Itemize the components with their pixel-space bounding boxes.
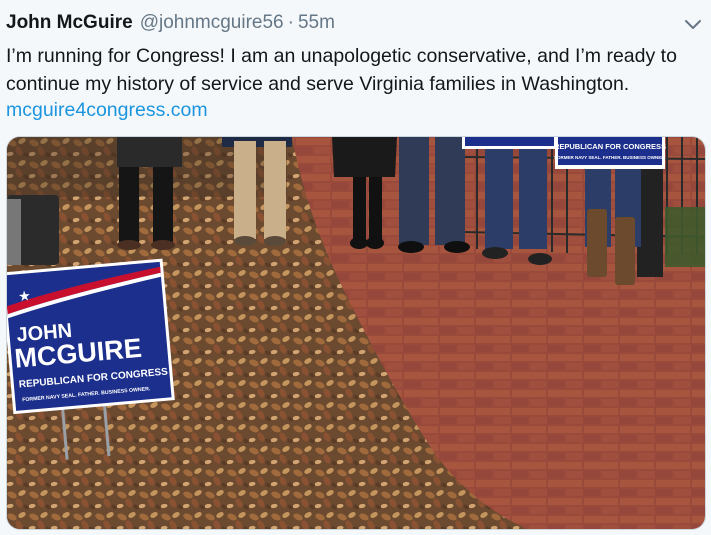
tweet[interactable]: John McGuire @johnmcguire56 · 55m I’m ru… — [0, 0, 711, 535]
author-name[interactable]: John McGuire — [6, 12, 133, 34]
separator-dot: · — [287, 12, 294, 33]
author-handle[interactable]: @johnmcguire56 — [140, 12, 284, 34]
tweet-link[interactable]: mcguire4congress.com — [6, 96, 208, 124]
star-icon: ★ — [17, 287, 31, 304]
tweet-text: I’m running for Congress! I am an unapol… — [6, 45, 677, 95]
chevron-down-icon[interactable] — [683, 14, 703, 34]
sign-back-tagline: FORMER NAVY SEAL. FATHER. BUSINESS OWNER… — [554, 155, 666, 160]
tweet-header: John McGuire @johnmcguire56 · 55m — [6, 12, 335, 36]
sign-back-line1: REPUBLICAN FOR CONGRESS — [554, 142, 666, 151]
tweet-photo[interactable]: REPUBLICAN FOR CONGRESS FORMER NAVY SEAL… — [6, 136, 706, 530]
tweet-timestamp[interactable]: 55m — [298, 12, 335, 34]
